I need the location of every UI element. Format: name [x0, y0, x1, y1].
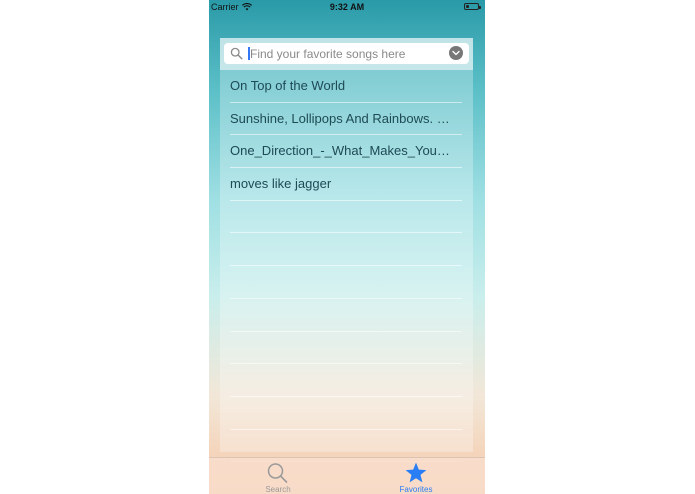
dropdown-button[interactable]	[449, 46, 463, 60]
search-field[interactable]	[224, 43, 469, 64]
song-row[interactable]: Sunshine, Lollipops And Rainbows. Lesley…	[230, 103, 462, 136]
empty-row	[230, 332, 462, 365]
star-icon	[405, 462, 427, 483]
song-row[interactable]: One_Direction_-_What_Makes_You_Beautiful	[230, 135, 462, 169]
tab-bar: Search Favorites	[209, 457, 485, 494]
song-title: On Top of the World	[230, 78, 346, 93]
tab-label: Search	[265, 485, 291, 494]
empty-row	[230, 201, 462, 234]
phone-screen: Carrier 9:32 AM Find your favorite songs…	[209, 0, 485, 494]
empty-row	[230, 266, 462, 299]
tab-search[interactable]: Search	[209, 458, 347, 494]
tab-label: Favorites	[399, 485, 433, 494]
empty-row	[230, 299, 462, 332]
song-row[interactable]: On Top of the World	[230, 70, 462, 103]
search-icon	[230, 47, 243, 60]
song-row[interactable]: moves like jagger	[230, 168, 462, 201]
song-title: One_Direction_-_What_Makes_You_Beautiful	[230, 143, 452, 159]
battery-icon	[464, 3, 481, 10]
search-bar	[220, 38, 473, 70]
songs-panel: On Top of the World Sunshine, Lollipops …	[220, 38, 473, 463]
search-icon	[267, 463, 288, 483]
tab-favorites[interactable]: Favorites	[347, 458, 485, 494]
empty-row	[230, 233, 462, 267]
song-title: moves like jagger	[230, 176, 332, 192]
song-list: On Top of the World Sunshine, Lollipops …	[220, 70, 473, 463]
empty-row	[230, 397, 462, 430]
status-time: 9:32 AM	[329, 2, 365, 12]
chevron-down-icon	[452, 50, 460, 56]
status-bar: Carrier 9:32 AM	[209, 0, 485, 14]
search-input[interactable]	[250, 43, 440, 64]
song-title: Sunshine, Lollipops And Rainbows. Lesley…	[230, 110, 452, 126]
empty-row	[230, 364, 462, 397]
